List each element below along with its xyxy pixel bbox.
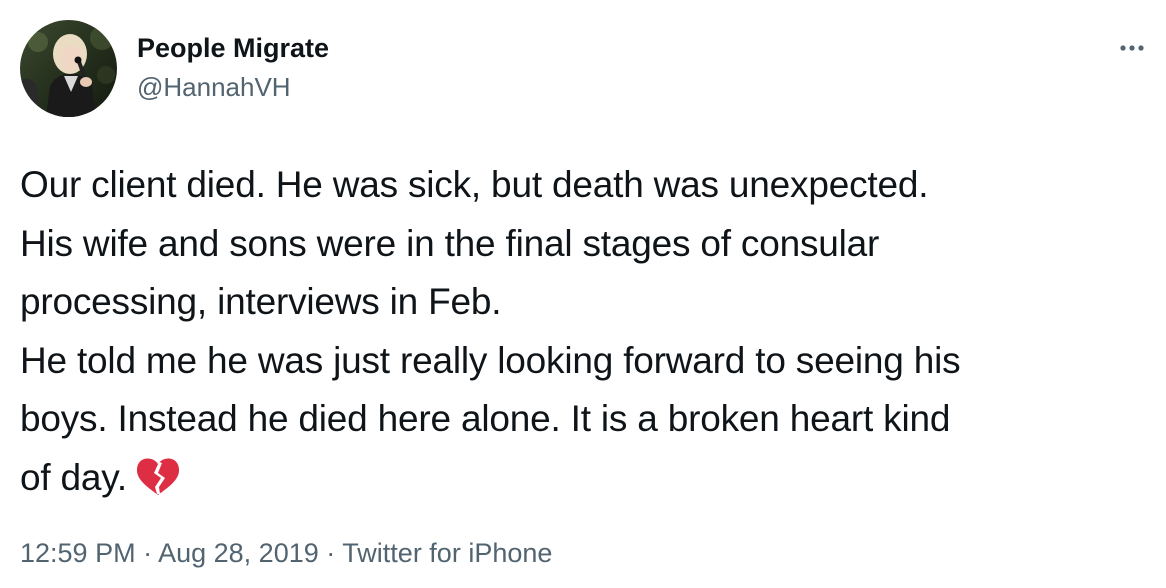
- avatar-photo-icon: [20, 20, 117, 117]
- tweet-text: Our client died. He was sick, but death …: [20, 156, 1160, 513]
- tweet-text-line: boys. Instead he died here alone. It is …: [20, 398, 951, 439]
- broken-heart-icon: [135, 455, 181, 514]
- tweet-source[interactable]: Twitter for iPhone: [342, 538, 552, 568]
- more-horizontal-icon: [1120, 45, 1144, 51]
- tweet-meta: 12:59 PM · Aug 28, 2019 · Twitter for iP…: [20, 538, 552, 569]
- tweet-text-line: of day.: [20, 456, 127, 498]
- author-display-name[interactable]: People Migrate: [137, 33, 329, 64]
- tweet-text-line: processing, interviews in Feb.: [20, 281, 502, 322]
- tweet-text-line: Our client died. He was sick, but death …: [20, 164, 929, 205]
- meta-separator: ·: [326, 538, 336, 568]
- more-options-icon[interactable]: [1116, 36, 1148, 60]
- tweet-time[interactable]: 12:59 PM: [20, 538, 136, 568]
- tweet-date[interactable]: Aug 28, 2019: [158, 538, 319, 568]
- meta-separator: ·: [143, 538, 153, 568]
- tweet-text-line: He told me he was just really looking fo…: [20, 339, 961, 381]
- author-handle[interactable]: @HannahVH: [137, 72, 291, 103]
- tweet-card: People Migrate @HannahVH Our client died…: [0, 0, 1166, 588]
- tweet-text-line: His wife and sons were in the final stag…: [20, 222, 880, 264]
- author-avatar[interactable]: [20, 20, 117, 117]
- tweet-text-line-last: of day.: [20, 449, 1160, 514]
